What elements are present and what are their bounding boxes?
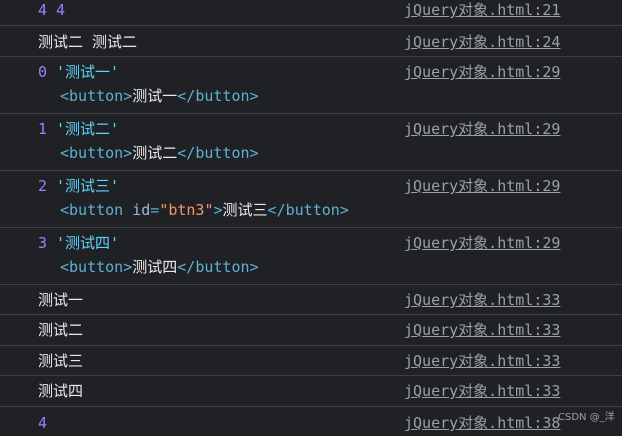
source-link[interactable]: jQuery对象.html:29	[404, 233, 560, 253]
log-index: 0	[38, 63, 48, 81]
console-message: 3 '测试四' <button>测试四</button> jQuery对象.htm…	[0, 228, 622, 285]
element-node[interactable]: <button>测试二</button>	[38, 143, 612, 163]
log-text: 测试二	[38, 33, 84, 51]
html-open-tag: <button	[60, 201, 124, 219]
console-message: 测试二 jQuery对象.html:33	[0, 315, 622, 346]
html-open-tag: <button>	[60, 144, 133, 162]
console-message: 测试三 jQuery对象.html:33	[0, 346, 622, 376]
html-close-tag: </button>	[177, 258, 259, 276]
source-link[interactable]: jQuery对象.html:21	[404, 0, 560, 20]
attribute-equals: =	[150, 201, 160, 219]
element-text: 测试四	[132, 258, 178, 276]
source-link[interactable]: jQuery对象.html:24	[404, 32, 560, 52]
log-number: 4	[56, 1, 66, 19]
element-node[interactable]: <button id="btn3">测试三</button>	[38, 200, 612, 220]
element-text: 测试三	[222, 201, 268, 219]
log-string: '测试二'	[56, 120, 120, 138]
element-node[interactable]: <button>测试四</button>	[38, 257, 612, 277]
html-close-tag: </button>	[177, 144, 259, 162]
console-message: 测试一 jQuery对象.html:33	[0, 285, 622, 315]
html-open-tag: <button>	[60, 87, 133, 105]
log-string: '测试三'	[56, 177, 120, 195]
console-message: 0 '测试一' <button>测试一</button> jQuery对象.htm…	[0, 57, 622, 114]
source-link[interactable]: jQuery对象.html:33	[404, 320, 560, 340]
log-index: 2	[38, 177, 48, 195]
source-link[interactable]: jQuery对象.html:33	[404, 290, 560, 310]
log-text: 测试二	[38, 321, 84, 339]
source-link[interactable]: jQuery对象.html:29	[404, 119, 560, 139]
log-number: 4	[38, 1, 48, 19]
log-string: '测试四'	[56, 234, 120, 252]
log-number: 4	[38, 414, 48, 432]
tag-end: >	[213, 201, 223, 219]
console-message: 4 jQuery对象.html:38	[0, 407, 622, 436]
log-index: 1	[38, 120, 48, 138]
log-string: '测试一'	[56, 63, 120, 81]
console-panel: 44 jQuery对象.html:21 测试二 测试二 jQuery对象.html…	[0, 0, 622, 436]
console-message: 2 '测试三' <button id="btn3">测试三</button> jQu…	[0, 171, 622, 228]
console-message: 测试二 测试二 jQuery对象.html:24	[0, 26, 622, 57]
attribute-name: id	[132, 201, 151, 219]
source-link[interactable]: jQuery对象.html:29	[404, 176, 560, 196]
html-close-tag: </button>	[267, 201, 349, 219]
attribute-value: "btn3"	[159, 201, 214, 219]
html-close-tag: </button>	[177, 87, 259, 105]
log-text: 测试二	[92, 33, 138, 51]
console-message: 1 '测试二' <button>测试二</button> jQuery对象.htm…	[0, 114, 622, 171]
html-open-tag: <button>	[60, 258, 133, 276]
watermark: CSDN @_洋	[558, 412, 615, 423]
log-index: 3	[38, 234, 48, 252]
console-message: 测试四 jQuery对象.html:33	[0, 376, 622, 407]
log-text: 测试四	[38, 382, 84, 400]
source-link[interactable]: jQuery对象.html:38	[404, 413, 560, 433]
element-text: 测试一	[132, 87, 178, 105]
source-link[interactable]: jQuery对象.html:33	[404, 351, 560, 371]
element-node[interactable]: <button>测试一</button>	[38, 86, 612, 106]
source-link[interactable]: jQuery对象.html:33	[404, 381, 560, 401]
console-message: 44 jQuery对象.html:21	[0, 0, 622, 26]
source-link[interactable]: jQuery对象.html:29	[404, 62, 560, 82]
log-text: 测试一	[38, 291, 84, 309]
log-text: 测试三	[38, 352, 84, 370]
element-text: 测试二	[132, 144, 178, 162]
